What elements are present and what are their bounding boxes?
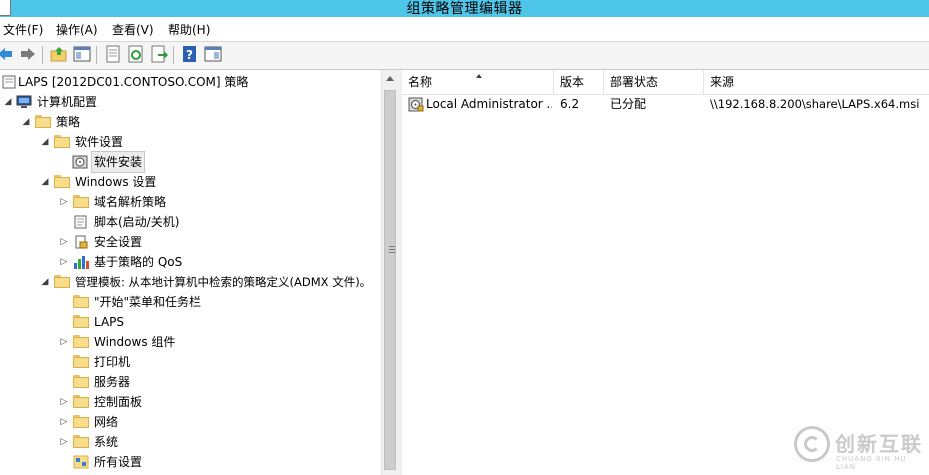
expand-icon[interactable]: ▷ xyxy=(59,332,69,352)
up-folder-icon[interactable] xyxy=(50,45,68,63)
tree-label: LAPS [2012DC01.CONTOSO.COM] 策略 xyxy=(18,75,249,89)
menu-file[interactable]: 文件(F) xyxy=(3,21,43,38)
watermark-logo: 创新互联 CHUANG XIN HU LIAN xyxy=(783,418,929,475)
svg-text:?: ? xyxy=(186,48,193,62)
tree-label: 管理模板: 从本地计算机中检索的策略定义(ADMX 文件)。 xyxy=(75,275,372,289)
script-icon xyxy=(74,215,87,229)
column-header-deploy-state[interactable]: 部署状态 xyxy=(604,70,704,94)
tree-label: LAPS xyxy=(94,315,125,329)
tree-label: 软件设置 xyxy=(75,135,124,149)
console-tree[interactable]: LAPS [2012DC01.CONTOSO.COM] 策略 ◢ 计算机配置 ◢… xyxy=(0,70,381,475)
properties-icon[interactable] xyxy=(104,45,122,63)
show-tree-icon[interactable] xyxy=(73,45,91,63)
computer-icon xyxy=(16,95,32,108)
tree-scrollbar[interactable] xyxy=(381,70,399,475)
folder-icon xyxy=(54,275,70,289)
export-icon[interactable] xyxy=(150,45,168,63)
folder-icon xyxy=(73,415,89,429)
toolbar-separator xyxy=(42,46,43,64)
tree-label: 打印机 xyxy=(94,355,131,369)
collapse-icon[interactable]: ◢ xyxy=(40,132,50,152)
toolbar-separator xyxy=(173,46,174,64)
software-install-icon xyxy=(72,155,88,169)
tree-label: Windows 设置 xyxy=(75,175,157,189)
column-header-source[interactable]: 来源 xyxy=(704,70,929,94)
folder-icon xyxy=(54,175,70,189)
tree-label: 策略 xyxy=(56,115,81,129)
tree-label: 系统 xyxy=(94,435,119,449)
cell-deploy-state: 已分配 xyxy=(610,97,647,111)
scroll-up-arrow-icon[interactable] xyxy=(386,76,394,81)
folder-icon xyxy=(73,195,89,209)
menu-bar: 文件(F) 操作(A) 查看(V) 帮助(H) xyxy=(0,17,929,42)
folder-icon xyxy=(73,395,89,409)
menu-help[interactable]: 帮助(H) xyxy=(168,21,210,38)
folder-icon xyxy=(73,435,89,449)
column-headers: 名称 版本 部署状态 来源 xyxy=(402,70,929,95)
folder-icon xyxy=(73,295,89,309)
menu-action[interactable]: 操作(A) xyxy=(56,21,98,38)
tree-label: 安全设置 xyxy=(94,235,143,249)
watermark-inner-ring xyxy=(804,436,820,452)
expand-icon[interactable]: ▷ xyxy=(59,392,69,412)
toolbar: ? xyxy=(0,42,929,70)
watermark-subtext: CHUANG XIN HU LIAN xyxy=(836,455,907,471)
collapse-icon[interactable]: ◢ xyxy=(3,92,13,112)
grip-line xyxy=(389,246,395,247)
policy-scroll-icon xyxy=(2,75,16,89)
sort-ascending-icon xyxy=(476,74,482,78)
forward-icon[interactable] xyxy=(19,45,37,63)
show-pane-icon[interactable] xyxy=(204,45,222,63)
tree-label: 基于策略的 QoS xyxy=(94,255,183,269)
expand-icon[interactable]: ▷ xyxy=(59,192,69,212)
toolbar-separator xyxy=(96,46,97,64)
details-pane: 名称 版本 部署状态 来源 Local Administrator ... 6.… xyxy=(402,70,929,475)
all-settings-icon xyxy=(73,455,89,469)
cell-source: \\192.168.8.200\share\LAPS.x64.msi xyxy=(710,97,920,111)
folder-icon xyxy=(54,135,70,149)
back-icon[interactable] xyxy=(0,45,14,63)
collapse-icon[interactable]: ◢ xyxy=(40,272,50,292)
window-title: 组策略管理编辑器 xyxy=(406,1,523,17)
column-header-version[interactable]: 版本 xyxy=(554,70,604,94)
cell-version: 6.2 xyxy=(560,97,580,111)
watermark-text: 创新互联 xyxy=(835,432,923,456)
tree-label: 服务器 xyxy=(94,375,131,389)
menu-view[interactable]: 查看(V) xyxy=(112,21,154,38)
folder-icon xyxy=(73,335,89,349)
collapse-icon[interactable]: ◢ xyxy=(21,112,31,132)
folder-icon xyxy=(35,115,51,129)
tree-label: 控制面板 xyxy=(94,395,143,409)
tree-label: 计算机配置 xyxy=(37,95,98,109)
tree-label: 网络 xyxy=(94,415,119,429)
tree-label: "开始"菜单和任务栏 xyxy=(94,295,202,309)
folder-icon xyxy=(73,355,89,369)
table-row[interactable]: Local Administrator ... 6.2 已分配 \\192.16… xyxy=(402,94,929,114)
folder-icon xyxy=(73,315,89,329)
grip-line xyxy=(389,252,395,253)
tree-label: 脚本(启动/关机) xyxy=(94,215,180,229)
expand-icon[interactable]: ▷ xyxy=(59,432,69,452)
refresh-icon[interactable] xyxy=(127,45,145,63)
column-header-name[interactable]: 名称 xyxy=(402,70,554,94)
tree-label: 域名解析策略 xyxy=(94,195,167,209)
expand-icon[interactable]: ▷ xyxy=(59,252,69,272)
scroll-thumb[interactable] xyxy=(384,90,396,470)
collapse-icon[interactable]: ◢ xyxy=(40,172,50,192)
tree-label: Windows 组件 xyxy=(94,335,176,349)
cell-name: Local Administrator ... xyxy=(426,97,552,111)
grip-line xyxy=(389,249,395,250)
title-bar: 组策略管理编辑器 xyxy=(0,0,929,17)
folder-icon xyxy=(73,375,89,389)
tree-label: 所有设置 xyxy=(94,455,143,469)
help-icon[interactable]: ? xyxy=(181,45,199,63)
expand-icon[interactable]: ▷ xyxy=(59,232,69,252)
tree-label-selected: 软件安装 xyxy=(90,151,146,173)
expand-icon[interactable]: ▷ xyxy=(59,412,69,432)
msi-package-icon xyxy=(408,97,424,112)
bar-chart-icon xyxy=(74,256,89,269)
security-icon xyxy=(75,235,88,249)
